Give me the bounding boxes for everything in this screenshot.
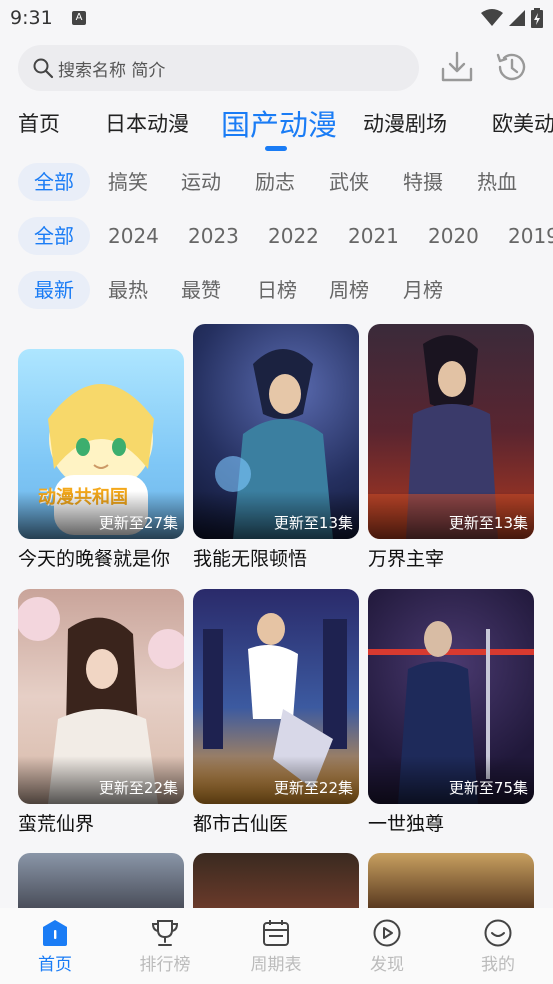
genre-chip[interactable]: 武侠 xyxy=(329,163,369,201)
episode-badge: 更新至27集 xyxy=(98,514,178,532)
nav-label: 我的 xyxy=(481,955,515,975)
nav-ranking[interactable]: 排行榜 xyxy=(125,918,205,975)
anime-card[interactable]: 更新至22集 都市古仙医 xyxy=(193,589,359,836)
anime-cover[interactable]: 更新至22集 xyxy=(193,589,359,804)
calendar-icon xyxy=(263,920,289,946)
genre-chip[interactable]: 搞笑 xyxy=(108,163,148,201)
sort-chip[interactable]: 最赞 xyxy=(181,271,221,309)
nav-home[interactable]: 首页 xyxy=(15,918,95,975)
genre-chip[interactable]: 运动 xyxy=(181,163,221,201)
episode-badge: 更新至75集 xyxy=(448,779,528,797)
anime-card[interactable] xyxy=(18,853,184,908)
anime-cover[interactable]: 更新至13集 xyxy=(368,324,534,539)
year-chip[interactable]: 2021 xyxy=(348,217,399,255)
sort-chip[interactable]: 周榜 xyxy=(329,271,369,309)
anime-card[interactable]: 更新至13集 万界主宰 xyxy=(368,324,534,571)
home-icon xyxy=(43,920,67,946)
nav-label: 排行榜 xyxy=(139,955,191,975)
anime-card[interactable]: 动漫共和国 更新至27集 今天的晚餐就是你 xyxy=(18,349,184,571)
anime-title[interactable]: 今天的晚餐就是你 xyxy=(18,544,184,571)
anime-title[interactable]: 一世独尊 xyxy=(368,809,534,836)
search-icon xyxy=(33,58,54,79)
episode-badge: 更新至22集 xyxy=(98,779,178,797)
anime-cover[interactable]: 更新至75集 xyxy=(368,589,534,804)
sort-chip[interactable]: 日榜 xyxy=(257,271,297,309)
anime-title[interactable]: 万界主宰 xyxy=(368,544,534,571)
tab-home[interactable]: 首页 xyxy=(18,108,60,138)
nav-discover[interactable]: 发现 xyxy=(347,918,427,975)
year-chip[interactable]: 2024 xyxy=(108,217,159,255)
bottom-nav: 首页 排行榜 周期表 发现 我的 xyxy=(0,908,553,984)
anime-cover[interactable]: 更新至13集 xyxy=(193,324,359,539)
year-chip[interactable]: 2022 xyxy=(268,217,319,255)
search-input[interactable]: 搜索名称 简介 xyxy=(18,45,419,91)
nav-label: 首页 xyxy=(38,955,72,975)
year-chip[interactable]: 2020 xyxy=(428,217,479,255)
genre-filter-row: 全部 搞笑 运动 励志 武侠 特摄 热血 xyxy=(0,163,553,203)
status-time: 9:31 xyxy=(10,7,53,29)
year-chip[interactable]: 2023 xyxy=(188,217,239,255)
anime-card[interactable]: 更新至75集 一世独尊 xyxy=(368,589,534,836)
genre-chip[interactable]: 特摄 xyxy=(403,163,443,201)
anime-card[interactable]: 更新至22集 蛮荒仙界 xyxy=(18,589,184,836)
anime-title[interactable]: 我能无限顿悟 xyxy=(193,544,359,571)
anime-cover[interactable]: 动漫共和国 更新至27集 xyxy=(18,349,184,539)
anime-cover[interactable]: 更新至22集 xyxy=(18,589,184,804)
notification-icon: A xyxy=(72,11,86,25)
nav-schedule[interactable]: 周期表 xyxy=(236,918,316,975)
nav-label: 周期表 xyxy=(250,955,302,975)
active-tab-indicator xyxy=(265,146,287,151)
sort-chip[interactable]: 最热 xyxy=(108,271,148,309)
genre-chip[interactable]: 热血 xyxy=(477,163,517,201)
anime-cover[interactable] xyxy=(18,853,184,908)
play-circle-icon xyxy=(373,919,401,947)
sort-chip-latest[interactable]: 最新 xyxy=(18,271,90,309)
nav-profile[interactable]: 我的 xyxy=(458,918,538,975)
anime-card[interactable] xyxy=(193,853,359,908)
search-placeholder: 搜索名称 简介 xyxy=(58,60,166,81)
download-icon[interactable] xyxy=(440,49,474,85)
anime-cover[interactable] xyxy=(193,853,359,908)
battery-icon xyxy=(531,8,543,28)
episode-badge: 更新至13集 xyxy=(448,514,528,532)
genre-chip[interactable]: 励志 xyxy=(255,163,295,201)
nav-label: 发现 xyxy=(370,955,404,975)
episode-badge: 更新至13集 xyxy=(273,514,353,532)
anime-cover[interactable] xyxy=(368,853,534,908)
status-bar: 9:31 A xyxy=(0,0,553,38)
history-icon[interactable] xyxy=(494,49,530,85)
anime-card[interactable]: 更新至13集 我能无限顿悟 xyxy=(193,324,359,571)
main-tabs: 首页 日本动漫 国产动漫 动漫剧场 欧美动 xyxy=(0,100,553,160)
genre-chip-all[interactable]: 全部 xyxy=(18,163,90,201)
anime-title[interactable]: 都市古仙医 xyxy=(193,809,359,836)
year-filter-row: 全部 2024 2023 2022 2021 2020 2019 xyxy=(0,217,553,257)
year-chip[interactable]: 2019 xyxy=(508,217,553,255)
episode-badge: 更新至22集 xyxy=(273,779,353,797)
tab-chinese-anime[interactable]: 国产动漫 xyxy=(221,102,337,144)
year-chip-all[interactable]: 全部 xyxy=(18,217,90,255)
smile-icon xyxy=(484,919,512,947)
signal-icon xyxy=(509,10,525,26)
tab-western-anime[interactable]: 欧美动 xyxy=(492,108,553,138)
sort-chip[interactable]: 月榜 xyxy=(403,271,443,309)
trophy-icon xyxy=(151,920,179,946)
tab-anime-theater[interactable]: 动漫剧场 xyxy=(363,108,447,138)
anime-title[interactable]: 蛮荒仙界 xyxy=(18,809,184,836)
status-icons xyxy=(481,8,543,28)
anime-card[interactable] xyxy=(368,853,534,908)
tab-japanese-anime[interactable]: 日本动漫 xyxy=(105,108,189,138)
wifi-icon xyxy=(481,9,503,26)
sort-filter-row: 最新 最热 最赞 日榜 周榜 月榜 xyxy=(0,271,553,311)
